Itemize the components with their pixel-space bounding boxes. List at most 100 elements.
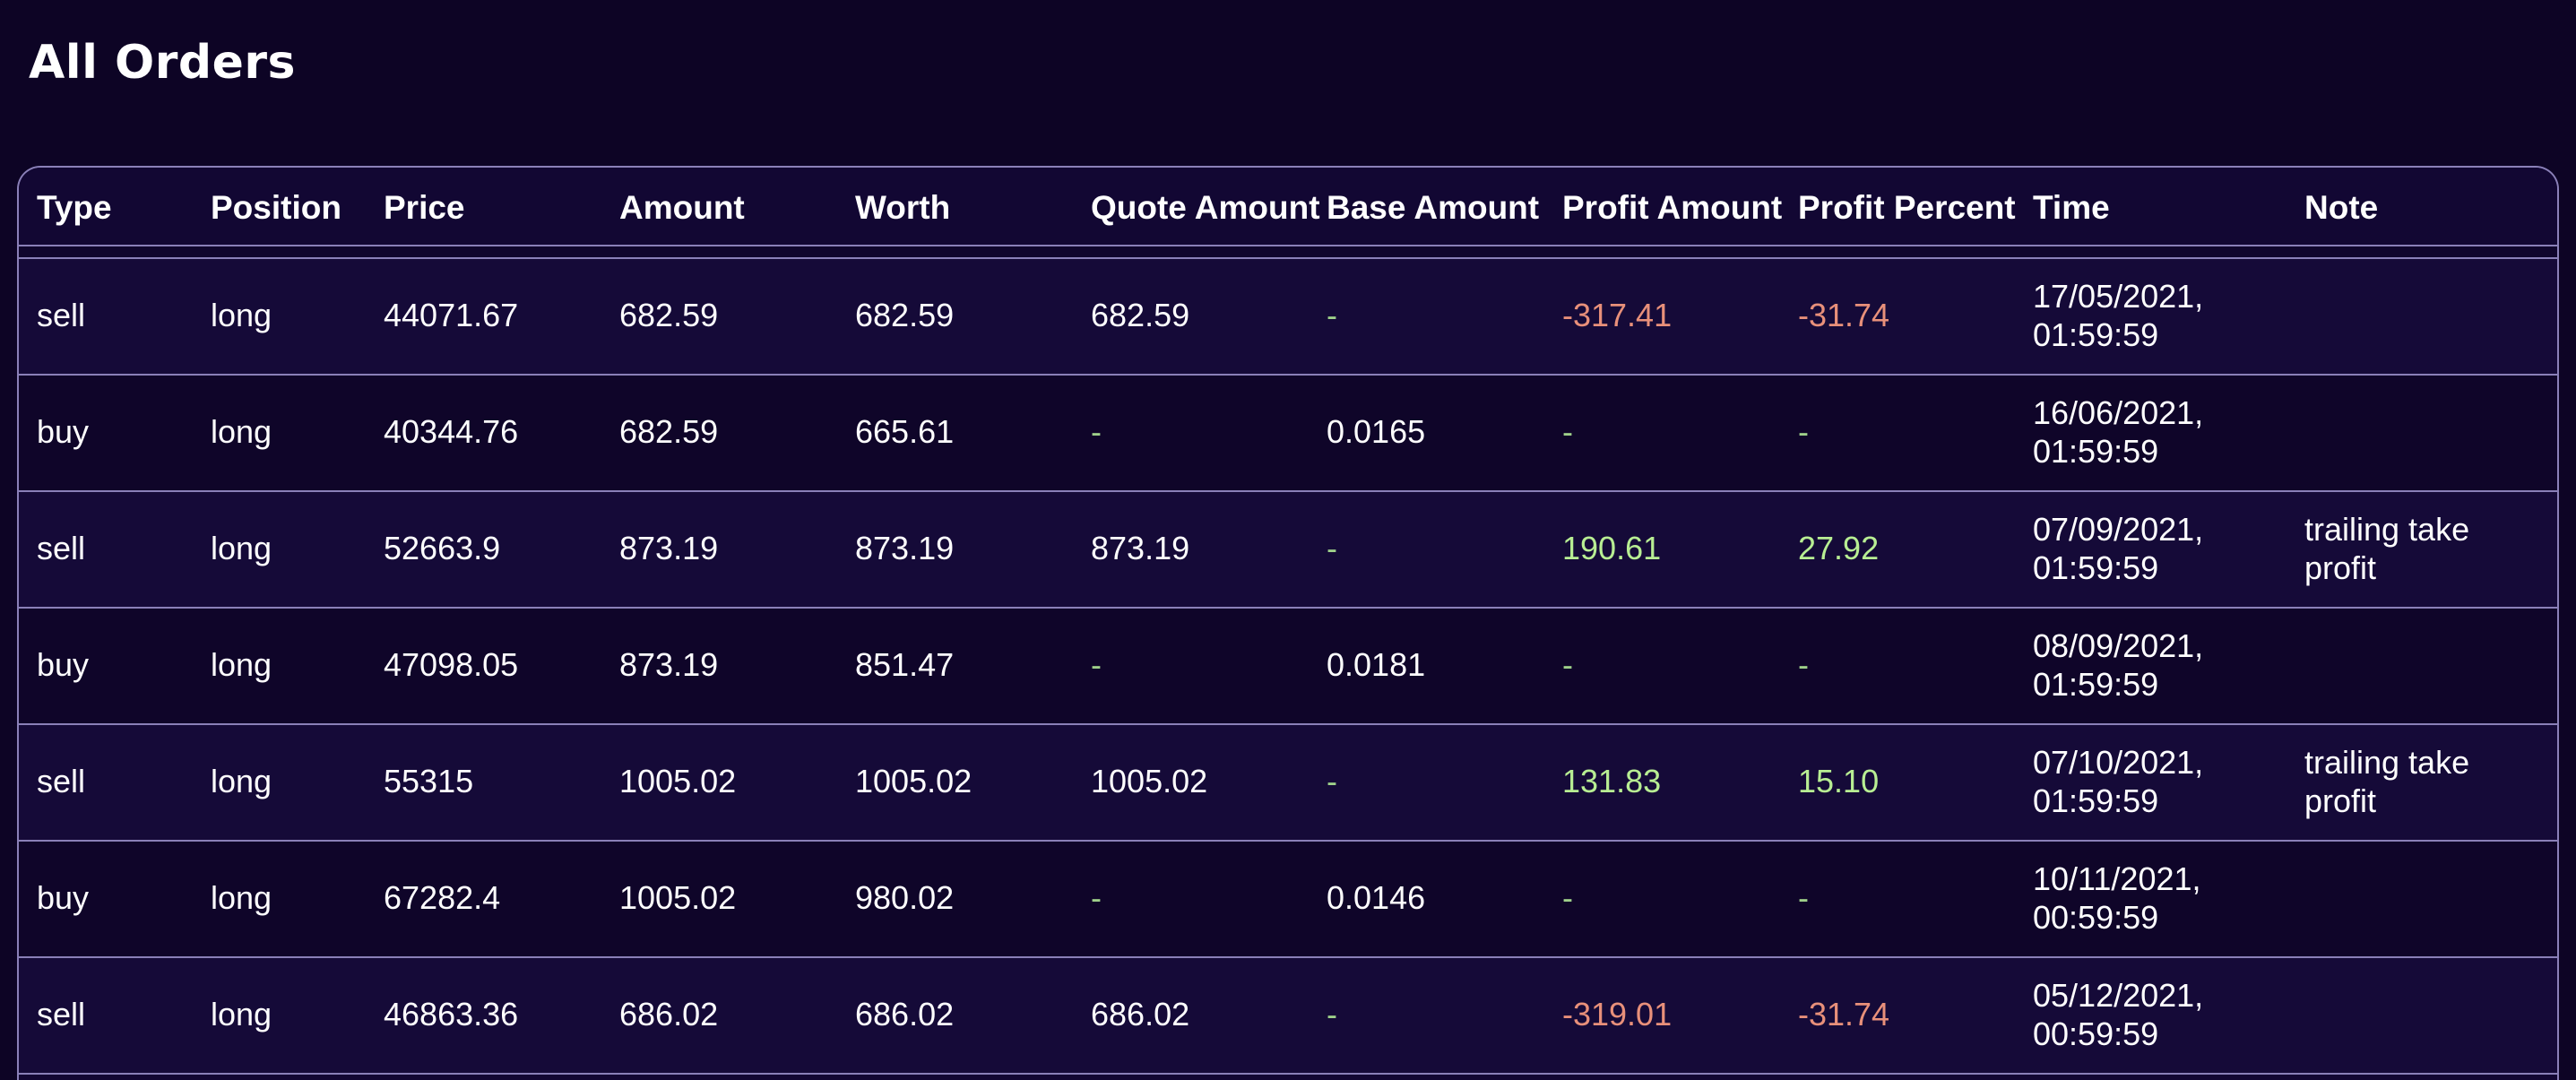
cell-position: long <box>211 530 272 566</box>
column-header-time[interactable]: Time <box>2033 189 2110 227</box>
cell-amount: 682.59 <box>619 413 719 450</box>
cell-profit-amount: -319.01 <box>1562 996 1673 1032</box>
cell-profit-percent: - <box>1798 646 1809 683</box>
cell-time-date: 08/09/2021, <box>2033 627 2204 664</box>
cell-amount: 873.19 <box>619 530 719 566</box>
cell-profit-amount: - <box>1562 413 1573 450</box>
cell-worth: 682.59 <box>855 297 955 333</box>
table-row[interactable]: sell long 55315 1005.02 1005.02 1005.02 … <box>19 725 2557 842</box>
cell-profit-amount: - <box>1562 646 1573 683</box>
column-header-position[interactable]: Position <box>211 189 341 227</box>
cell-base-amount: 0.0146 <box>1327 879 1426 916</box>
cell-position: long <box>211 763 272 799</box>
cell-quote-amount: - <box>1091 879 1102 916</box>
cell-worth: 980.02 <box>855 879 955 916</box>
cell-time: 16/06/2021, 01:59:59 <box>2033 393 2203 471</box>
cell-worth: 873.19 <box>855 530 955 566</box>
table-row[interactable]: buy long 67282.4 1005.02 980.02 - 0.0146… <box>19 842 2557 958</box>
cell-profit-percent: -31.74 <box>1798 996 1890 1032</box>
cell-base-amount: - <box>1327 996 1337 1032</box>
column-header-base-amount[interactable]: Base Amount <box>1327 189 1539 227</box>
cell-type: buy <box>37 879 90 916</box>
cell-worth: 686.02 <box>855 996 955 1032</box>
column-header-worth[interactable]: Worth <box>855 189 950 227</box>
cell-amount: 1005.02 <box>619 763 737 799</box>
cell-type: buy <box>37 646 90 683</box>
cell-profit-percent: - <box>1798 879 1809 916</box>
cell-type: sell <box>37 996 86 1032</box>
cell-price: 44071.67 <box>384 297 519 333</box>
cell-quote-amount: 1005.02 <box>1091 763 1208 799</box>
cell-position: long <box>211 646 272 683</box>
cell-price: 55315 <box>384 763 474 799</box>
cell-profit-amount: 131.83 <box>1562 763 1662 799</box>
cell-price: 40344.76 <box>384 413 519 450</box>
cell-position: long <box>211 297 272 333</box>
cell-price: 46863.36 <box>384 996 519 1032</box>
cell-base-amount: - <box>1327 763 1337 799</box>
cell-time-clock: 01:59:59 <box>2033 782 2159 819</box>
cell-time-clock: 00:59:59 <box>2033 899 2159 936</box>
cell-time-clock: 01:59:59 <box>2033 549 2159 586</box>
cell-time-date: 17/05/2021, <box>2033 278 2204 315</box>
cell-position: long <box>211 879 272 916</box>
cell-base-amount: - <box>1327 530 1337 566</box>
cell-amount: 873.19 <box>619 646 719 683</box>
cell-profit-percent: 27.92 <box>1798 530 1880 566</box>
column-header-price[interactable]: Price <box>384 189 465 227</box>
cell-time: 07/10/2021, 01:59:59 <box>2033 743 2203 820</box>
cell-time-clock: 01:59:59 <box>2033 316 2159 353</box>
cell-time: 05/12/2021, 00:59:59 <box>2033 976 2203 1053</box>
cell-time-date: 07/10/2021, <box>2033 744 2204 781</box>
cell-quote-amount: 686.02 <box>1091 996 1190 1032</box>
cell-time: 08/09/2021, 01:59:59 <box>2033 626 2203 704</box>
table-row[interactable]: sell long 46863.36 686.02 686.02 686.02 … <box>19 958 2557 1075</box>
cell-time-date: 07/09/2021, <box>2033 511 2204 548</box>
cell-time-clock: 01:59:59 <box>2033 666 2159 703</box>
column-header-quote-amount[interactable]: Quote Amount <box>1091 189 1327 227</box>
cell-profit-amount: 190.61 <box>1562 530 1662 566</box>
cell-note: trailing take profit <box>2304 743 2469 820</box>
cell-type: sell <box>37 763 86 799</box>
cell-price: 47098.05 <box>384 646 519 683</box>
cell-amount: 1005.02 <box>619 879 737 916</box>
cell-type: buy <box>37 413 90 450</box>
column-header-amount[interactable]: Amount <box>619 189 745 227</box>
cell-type: sell <box>37 530 86 566</box>
column-header-note[interactable]: Note <box>2304 189 2378 227</box>
table-row[interactable]: sell long 52663.9 873.19 873.19 873.19 -… <box>19 492 2557 609</box>
cell-time: 07/09/2021, 01:59:59 <box>2033 510 2203 587</box>
cell-time-date: 10/11/2021, <box>2033 860 2201 897</box>
cell-amount: 682.59 <box>619 297 719 333</box>
cell-worth: 1005.02 <box>855 763 972 799</box>
orders-table: Type Position Price Amount Worth Quote A… <box>17 166 2559 1080</box>
cell-note-line1: trailing take <box>2304 744 2470 781</box>
table-row[interactable]: buy long 47098.05 873.19 851.47 - 0.0181… <box>19 609 2557 725</box>
cell-position: long <box>211 413 272 450</box>
cell-amount: 686.02 <box>619 996 719 1032</box>
cell-base-amount: 0.0181 <box>1327 646 1426 683</box>
header-divider <box>19 246 2557 259</box>
cell-profit-amount: - <box>1562 879 1573 916</box>
cell-profit-percent: - <box>1798 413 1809 450</box>
cell-time-date: 05/12/2021, <box>2033 977 2204 1014</box>
cell-time: 17/05/2021, 01:59:59 <box>2033 277 2203 354</box>
cell-quote-amount: - <box>1091 413 1102 450</box>
cell-note: trailing take profit <box>2304 510 2469 587</box>
cell-profit-amount: -317.41 <box>1562 297 1673 333</box>
column-header-type[interactable]: Type <box>37 189 112 227</box>
column-header-profit-percent[interactable]: Profit Percent <box>1798 189 2016 227</box>
cell-time-clock: 00:59:59 <box>2033 1015 2159 1052</box>
cell-profit-percent: 15.10 <box>1798 763 1880 799</box>
page-title: All Orders <box>29 36 296 90</box>
cell-base-amount: - <box>1327 297 1337 333</box>
cell-price: 52663.9 <box>384 530 501 566</box>
cell-worth: 851.47 <box>855 646 955 683</box>
table-row[interactable]: buy long 40344.76 682.59 665.61 - 0.0165… <box>19 376 2557 492</box>
cell-quote-amount: 682.59 <box>1091 297 1190 333</box>
cell-time-clock: 01:59:59 <box>2033 433 2159 470</box>
cell-type: sell <box>37 297 86 333</box>
cell-time: 10/11/2021, 00:59:59 <box>2033 860 2201 937</box>
table-row[interactable]: sell long 44071.67 682.59 682.59 682.59 … <box>19 259 2557 376</box>
column-header-profit-amount[interactable]: Profit Amount <box>1562 189 1799 227</box>
